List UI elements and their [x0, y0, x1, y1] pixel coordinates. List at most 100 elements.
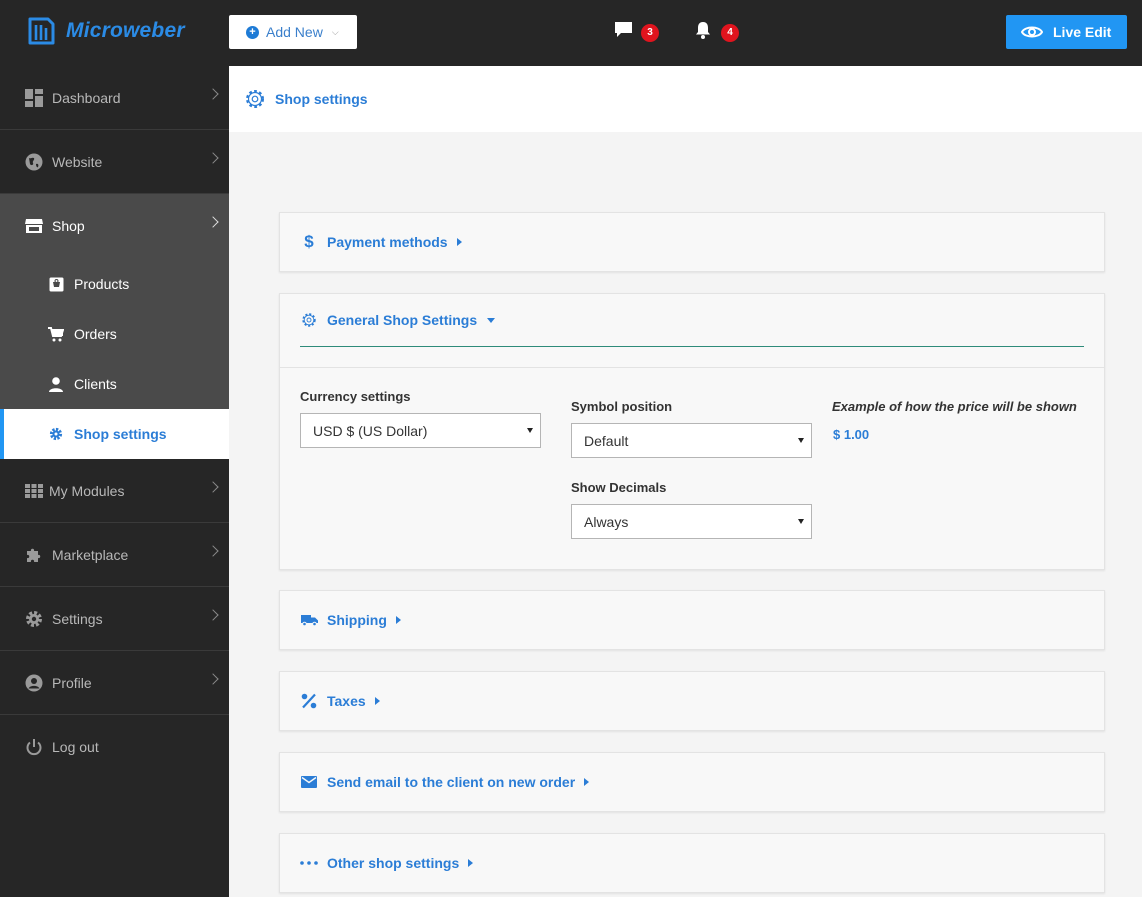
select-caret-icon — [798, 519, 804, 524]
sidebar-item-label: Profile — [52, 674, 92, 691]
sidebar-item-label: Website — [52, 153, 103, 170]
sidebar-subitem-shop-settings[interactable]: Shop settings — [0, 409, 229, 459]
caret-right-icon — [468, 859, 474, 867]
sidebar-item-label: Settings — [52, 610, 103, 627]
shipping-toggle[interactable]: Shipping — [280, 591, 1104, 649]
gear-icon — [25, 610, 43, 628]
gear-outline-icon — [300, 312, 318, 328]
price-example-label: Example of how the price will be shown — [832, 399, 1077, 414]
dashboard-icon — [25, 88, 43, 107]
send-email-card: Send email to the client on new order — [279, 752, 1105, 812]
grid-icon — [25, 482, 43, 500]
sidebar-subitem-label: Products — [74, 276, 130, 292]
sidebar-subitem-label: Shop settings — [74, 426, 167, 442]
globe-icon — [25, 153, 43, 171]
shop-submenu: Products Orders Clients Shop settings — [0, 258, 229, 459]
chevron-right-icon — [207, 152, 219, 164]
notifications-badge: 4 — [721, 24, 739, 42]
product-icon — [47, 277, 65, 292]
taxes-toggle[interactable]: Taxes — [280, 672, 1104, 730]
envelope-icon — [300, 776, 318, 788]
sidebar-item-label: Log out — [52, 739, 99, 755]
gear-outline-icon — [246, 90, 264, 108]
sidebar-item-dashboard[interactable]: Dashboard — [0, 66, 229, 130]
other-settings-label: Other shop settings — [327, 855, 460, 871]
sidebar-item-marketplace[interactable]: Marketplace — [0, 523, 229, 587]
add-new-button[interactable]: + Add New ⌵ — [229, 15, 357, 49]
chevron-right-icon — [207, 481, 219, 493]
sidebar-item-settings[interactable]: Settings — [0, 587, 229, 651]
currency-settings-label: Currency settings — [300, 389, 411, 404]
chevron-right-icon — [207, 216, 219, 228]
other-settings-card: Other shop settings — [279, 833, 1105, 893]
sidebar-item-label: Marketplace — [52, 546, 129, 563]
send-email-toggle[interactable]: Send email to the client on new order — [280, 753, 1104, 811]
caret-right-icon — [456, 238, 462, 246]
taxes-card: Taxes — [279, 671, 1105, 731]
select-caret-icon — [527, 428, 533, 433]
sidebar-item-label: My Modules — [49, 482, 125, 499]
page-header: Shop settings — [229, 66, 1142, 132]
comments-badge: 3 — [641, 24, 659, 42]
sidebar-subitem-products[interactable]: Products — [0, 259, 229, 309]
general-shop-settings-toggle[interactable]: General Shop Settings — [280, 294, 1104, 346]
select-caret-icon — [798, 438, 804, 443]
payment-methods-card: $ Payment methods — [279, 212, 1105, 272]
symbol-position-label: Symbol position — [571, 399, 673, 414]
sidebar-subitem-label: Orders — [74, 326, 117, 342]
notifications-button[interactable]: 4 — [693, 20, 739, 42]
sidebar-item-website[interactable]: Website — [0, 130, 229, 194]
taxes-label: Taxes — [327, 693, 366, 709]
truck-icon — [300, 614, 318, 626]
price-example-value: $ 1.00 — [833, 427, 870, 442]
sidebar-subitem-clients[interactable]: Clients — [0, 359, 229, 409]
chevron-right-icon — [207, 88, 219, 100]
sidebar-item-shop[interactable]: Shop — [0, 194, 229, 258]
sidebar-subitem-label: Clients — [74, 376, 117, 392]
percent-icon — [300, 693, 318, 709]
symbol-position-select[interactable]: Default — [571, 423, 812, 458]
symbol-position-select-value: Default — [584, 432, 629, 449]
general-shop-settings-card: General Shop Settings Currency settings … — [279, 293, 1105, 570]
sidebar-item-label: Shop — [52, 218, 85, 234]
cart-icon — [47, 326, 65, 342]
show-decimals-select[interactable]: Always — [571, 504, 812, 539]
caret-right-icon — [395, 616, 401, 624]
power-icon — [25, 738, 43, 756]
plus-circle-icon: + — [246, 25, 259, 39]
dollar-icon: $ — [304, 232, 314, 251]
send-email-label: Send email to the client on new order — [327, 774, 576, 790]
page-title: Shop settings — [275, 91, 368, 107]
eye-icon — [1021, 26, 1043, 38]
caret-right-icon — [584, 778, 590, 786]
general-settings-body: Currency settings USD $ (US Dollar) Symb… — [280, 367, 1104, 570]
chevron-right-icon — [207, 545, 219, 557]
cog-icon — [47, 427, 65, 441]
bell-icon — [696, 22, 710, 39]
shipping-card: Shipping — [279, 590, 1105, 650]
payment-methods-label: Payment methods — [327, 234, 448, 250]
payment-methods-toggle[interactable]: $ Payment methods — [280, 213, 1104, 271]
chevron-right-icon — [207, 673, 219, 685]
puzzle-icon — [25, 546, 43, 564]
sidebar: Dashboard Website Shop Products Orders C… — [0, 66, 229, 897]
chevron-down-icon: ⌵ — [331, 26, 339, 37]
dots-icon — [300, 861, 318, 865]
comment-icon — [615, 22, 632, 37]
shipping-label: Shipping — [327, 612, 387, 628]
sidebar-item-my-modules[interactable]: My Modules — [0, 459, 229, 523]
live-edit-button[interactable]: Live Edit — [1006, 15, 1127, 49]
other-settings-toggle[interactable]: Other shop settings — [280, 834, 1104, 892]
microweber-logo-icon — [26, 16, 56, 46]
sidebar-subitem-orders[interactable]: Orders — [0, 309, 229, 359]
sidebar-item-logout[interactable]: Log out — [0, 715, 229, 779]
logo[interactable]: Microweber — [26, 16, 185, 46]
caret-down-icon — [487, 317, 496, 323]
add-new-label: Add New — [266, 24, 323, 40]
person-icon — [47, 376, 65, 392]
sidebar-item-label: Dashboard — [52, 89, 121, 106]
currency-select[interactable]: USD $ (US Dollar) — [300, 413, 541, 448]
sidebar-item-profile[interactable]: Profile — [0, 651, 229, 715]
caret-right-icon — [374, 697, 380, 705]
comments-button[interactable]: 3 — [613, 20, 659, 42]
